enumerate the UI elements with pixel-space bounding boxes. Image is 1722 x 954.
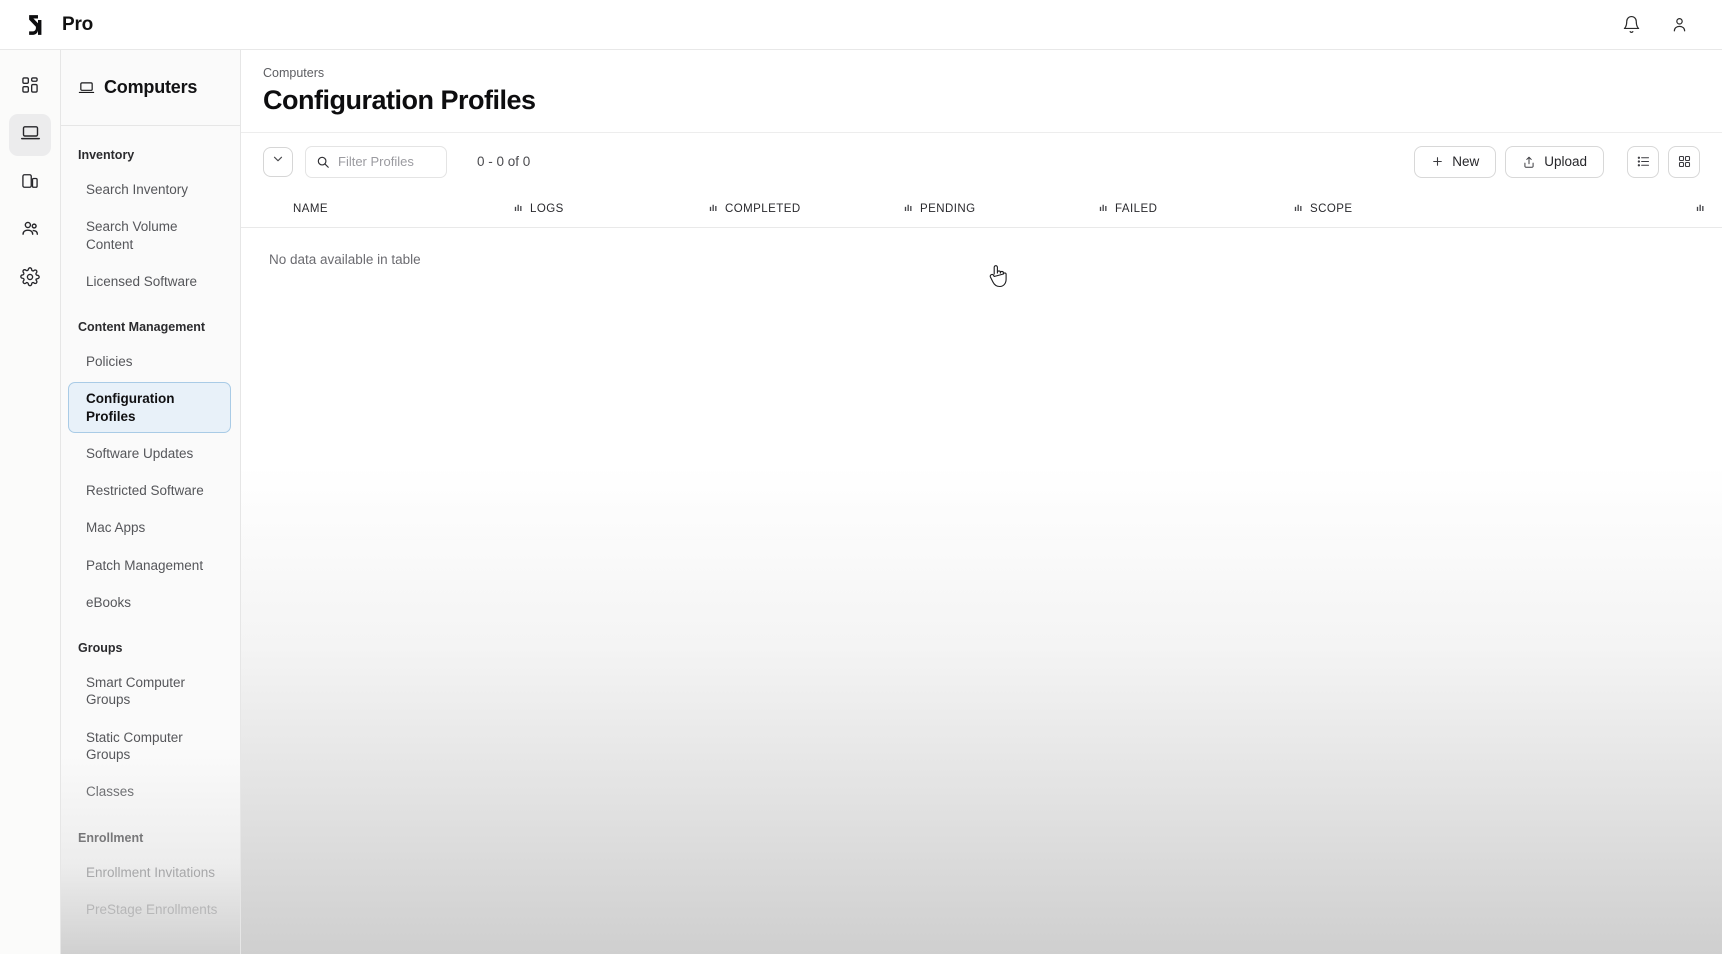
- laptop-icon: [78, 79, 95, 96]
- sidebar-item-search-inventory[interactable]: Search Inventory: [68, 173, 231, 206]
- filter-profiles-search[interactable]: [305, 145, 447, 178]
- brand[interactable]: Pro: [26, 12, 93, 37]
- sort-icon: [904, 203, 914, 214]
- toolbar: 0 - 0 of 0 New: [241, 132, 1722, 190]
- page-title: Configuration Profiles: [263, 85, 536, 115]
- search-input[interactable]: [338, 154, 436, 169]
- filter-dropdown-button[interactable]: [263, 146, 293, 177]
- sidebar-header: Computers: [61, 50, 240, 126]
- column-header-pending[interactable]: PENDING: [904, 203, 1099, 215]
- column-header-failed[interactable]: FAILED: [1099, 203, 1294, 215]
- sidebar: Computers Inventory Search Inventory Sea…: [61, 50, 241, 954]
- sidebar-item-enrollment-invitations[interactable]: Enrollment Invitations: [68, 856, 231, 889]
- sidebar-item-restricted-software[interactable]: Restricted Software: [68, 474, 231, 507]
- toolbar-actions: New Upload: [1414, 145, 1700, 178]
- sort-icon: [514, 203, 524, 214]
- topbar-actions: [1620, 14, 1700, 36]
- column-label: COMPLETED: [725, 202, 801, 215]
- column-label: LOGS: [530, 202, 564, 215]
- new-button[interactable]: New: [1414, 145, 1497, 178]
- bell-icon[interactable]: [1620, 14, 1642, 36]
- column-label: FAILED: [1115, 202, 1158, 215]
- sidebar-item-search-volume-content[interactable]: Search Volume Content: [68, 210, 231, 261]
- mobile-devices-icon: [20, 171, 40, 196]
- result-count: 0 - 0 of 0: [477, 154, 531, 169]
- sidebar-item-configuration-profiles[interactable]: Configuration Profiles: [68, 382, 231, 433]
- sidebar-item-classes[interactable]: Classes: [68, 775, 231, 808]
- sidebar-item-mac-apps[interactable]: Mac Apps: [68, 511, 231, 544]
- rail-item-computers[interactable]: [9, 114, 51, 156]
- table-area: NAME LOGS COMPLETED PENDING FAILED SCOPE…: [241, 190, 1722, 954]
- nav-group-label: Groups: [78, 641, 123, 656]
- column-options-sort-icon[interactable]: [1696, 203, 1716, 214]
- nav-group-enrollment: Enrollment Enrollment Invitations PreSta…: [61, 831, 240, 927]
- user-account-icon[interactable]: [1668, 14, 1690, 36]
- app-root: Pro Computers Inventory Search Inventory…: [0, 0, 1722, 954]
- nav-group-label: Inventory: [78, 148, 135, 162]
- view-toggle-group: [1627, 145, 1700, 178]
- column-label: SCOPE: [1310, 202, 1353, 215]
- search-icon: [316, 155, 330, 169]
- nav-group-groups: Groups Smart Computer Groups Static Comp…: [61, 641, 240, 808]
- sidebar-title: Computers: [104, 77, 198, 97]
- column-label: PENDING: [920, 202, 976, 215]
- laptop-icon: [20, 122, 41, 148]
- sidebar-nav: Inventory Search Inventory Search Volume…: [61, 126, 240, 954]
- nav-group-label: Content Management: [78, 320, 206, 335]
- column-header-logs[interactable]: LOGS: [514, 203, 709, 215]
- rail-item-devices[interactable]: [9, 162, 51, 204]
- sidebar-item-policies[interactable]: Policies: [68, 345, 231, 378]
- sidebar-item-software-updates[interactable]: Software Updates: [68, 437, 231, 470]
- column-label: NAME: [293, 202, 329, 215]
- column-header-name[interactable]: NAME: [241, 203, 514, 215]
- rail-item-users[interactable]: [9, 210, 51, 252]
- sort-icon: [1099, 203, 1109, 214]
- plus-icon: [1431, 155, 1444, 168]
- page-header: Computers Configuration Profiles: [241, 50, 1722, 132]
- rail-item-settings[interactable]: [9, 258, 51, 300]
- rail-item-dashboard[interactable]: [9, 66, 51, 108]
- users-icon: [20, 218, 41, 244]
- new-button-label: New: [1452, 154, 1480, 169]
- breadcrumb[interactable]: Computers: [263, 66, 1694, 80]
- upload-button[interactable]: Upload: [1505, 145, 1604, 178]
- jamf-logo-icon: [28, 14, 49, 35]
- brand-name: Pro: [62, 13, 94, 35]
- sidebar-item-smart-computer-groups[interactable]: Smart Computer Groups: [68, 666, 231, 717]
- dashboard-grid-icon: [20, 75, 40, 100]
- sidebar-item-licensed-software[interactable]: Licensed Software: [68, 265, 231, 298]
- nav-group-inventory: Inventory Search Inventory Search Volume…: [61, 148, 240, 298]
- sidebar-item-patch-management[interactable]: Patch Management: [68, 549, 231, 582]
- top-bar: Pro: [0, 0, 1722, 50]
- table-header-row: NAME LOGS COMPLETED PENDING FAILED SCOPE: [241, 190, 1722, 228]
- sidebar-item-static-computer-groups[interactable]: Static Computer Groups: [68, 721, 231, 772]
- list-view-icon[interactable]: [1627, 145, 1659, 178]
- chevron-down-icon: [271, 152, 285, 171]
- column-header-completed[interactable]: COMPLETED: [709, 203, 904, 215]
- upload-icon: [1522, 155, 1536, 169]
- sidebar-item-prestage-enrollments[interactable]: PreStage Enrollments: [68, 893, 231, 926]
- main-content: Computers Configuration Profiles Filter …: [241, 50, 1722, 954]
- sidebar-item-ebooks[interactable]: eBooks: [68, 586, 231, 619]
- upload-button-label: Upload: [1544, 154, 1587, 169]
- grid-view-icon[interactable]: [1668, 145, 1700, 178]
- table-empty-message: No data available in table: [269, 252, 421, 267]
- sort-icon: [709, 203, 719, 214]
- sort-icon: [1294, 203, 1304, 214]
- nav-group-content-management: Content Management Policies Configuratio…: [61, 320, 240, 619]
- body-wrapper: Computers Inventory Search Inventory Sea…: [0, 50, 1722, 954]
- gear-icon: [20, 266, 40, 292]
- icon-rail: [0, 50, 61, 954]
- nav-group-label: Enrollment: [78, 830, 144, 845]
- column-header-scope[interactable]: SCOPE: [1294, 203, 1489, 215]
